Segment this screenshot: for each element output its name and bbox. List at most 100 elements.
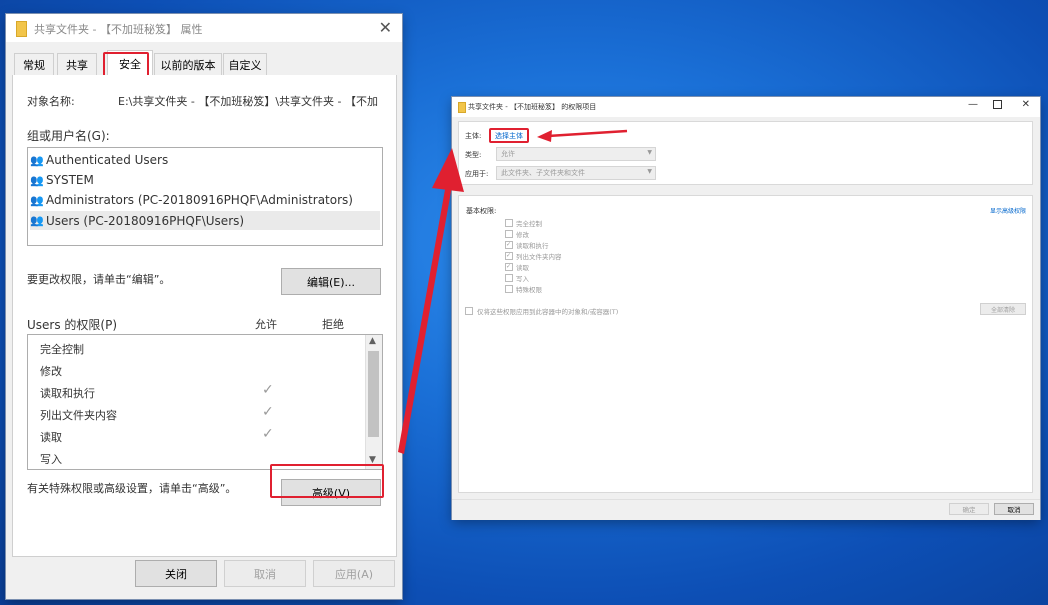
window-title: 共享文件夹 - 【不加班秘笈】 的权限项目	[468, 103, 597, 111]
permissions-label: Users 的权限(P)	[27, 318, 118, 332]
perm-label: 修改	[516, 231, 529, 239]
maximize-icon[interactable]	[993, 100, 1002, 109]
list-item[interactable]: 👥 Authenticated Users	[30, 151, 380, 169]
scroll-down-icon[interactable]: ▼	[369, 455, 376, 465]
close-icon[interactable]: ✕	[379, 18, 392, 37]
scroll-thumb[interactable]	[368, 351, 379, 437]
properties-titlebar[interactable]: 共享文件夹 - 【不加班秘笈】 属性 ✕	[6, 14, 402, 42]
perm-name: 读取和执行	[40, 387, 95, 400]
allow-header: 允许	[255, 318, 277, 331]
basic-permissions-label: 基本权限:	[466, 207, 497, 215]
allow-check-icon: ✓	[262, 404, 274, 420]
checkbox[interactable]	[505, 285, 513, 293]
object-name-value: E:\共享文件夹 - 【不加班秘笈】\共享文件夹 - 【不加	[118, 95, 378, 108]
checkbox[interactable]	[505, 219, 513, 227]
perm-row-modify: 修改	[40, 363, 360, 383]
perm-checkbox-row[interactable]: 修改	[505, 229, 529, 239]
chevron-down-icon: ▼	[647, 168, 652, 175]
perm-name: 读取	[40, 431, 62, 444]
ok-button[interactable]: 确定	[949, 503, 989, 515]
close-button[interactable]: 关闭	[135, 560, 217, 587]
permission-entry-window: 共享文件夹 - 【不加班秘笈】 的权限项目 — ✕ 主体: 选择主体 类型: 允…	[452, 97, 1040, 520]
users-listbox[interactable]: 👥 Authenticated Users 👥 SYSTEM 👥 Administra…	[27, 147, 383, 246]
tab-customize[interactable]: 自定义	[223, 53, 267, 75]
minimize-icon[interactable]: —	[968, 99, 978, 110]
tab-general-label: 常规	[23, 58, 45, 72]
perm-row-full-control: 完全控制	[40, 341, 360, 361]
advanced-hint: 有关特殊权限或高级设置，请单击“高级”。	[27, 482, 237, 495]
clear-all-label: 全部清除	[990, 306, 1015, 314]
tab-security[interactable]: 安全	[107, 50, 153, 76]
checkbox-checked-icon[interactable]: ✓	[505, 252, 513, 260]
list-item[interactable]: 👥 Users (PC-20180916PHQF\Users)	[30, 211, 380, 230]
perm-checkbox-row[interactable]: 写入	[505, 273, 529, 283]
close-icon[interactable]: ✕	[1022, 99, 1030, 110]
permissions-list[interactable]: 完全控制 修改 读取和执行 ✓ 列出文件夹内容 ✓ 读取 ✓ 写入 ▲ ▼	[27, 334, 383, 470]
perm-name: 列出文件夹内容	[40, 409, 117, 422]
user-name: Users (PC-20180916PHQF\Users)	[46, 213, 245, 228]
edit-hint: 要更改权限，请单击“编辑”。	[27, 273, 171, 286]
perm-row-read: 读取 ✓	[40, 426, 360, 449]
vertical-scrollbar[interactable]: ▲ ▼	[365, 335, 382, 469]
permission-entry-titlebar[interactable]: 共享文件夹 - 【不加班秘笈】 的权限项目 — ✕	[452, 97, 1040, 117]
apply-button[interactable]: 应用(A)	[313, 560, 395, 587]
perm-name: 完全控制	[40, 343, 84, 356]
checkbox[interactable]	[505, 230, 513, 238]
only-apply-checkbox-row[interactable]: 仅将这些权限应用到此容器中的对象和/或容器(T)	[465, 306, 618, 316]
groups-label: 组或用户名(G):	[27, 129, 110, 143]
perm-checkbox-row[interactable]: ✓ 读取	[505, 262, 529, 272]
object-name-label: 对象名称:	[27, 95, 75, 108]
tab-previous-versions-label: 以前的版本	[160, 58, 216, 72]
close-button-label: 关闭	[165, 567, 187, 581]
show-advanced-link[interactable]: 显示高级权限	[990, 206, 1026, 215]
checkbox-checked-icon[interactable]: ✓	[505, 263, 513, 271]
checkbox[interactable]	[465, 307, 473, 315]
user-name: Authenticated Users	[46, 153, 169, 167]
perm-checkbox-row[interactable]: 特殊权限	[505, 284, 542, 294]
perm-checkbox-row[interactable]: ✓ 列出文件夹内容	[505, 251, 562, 261]
folder-icon	[16, 21, 27, 37]
checkbox-checked-icon[interactable]: ✓	[505, 241, 513, 249]
perm-label: 读取和执行	[516, 242, 549, 250]
type-value: 允许	[501, 150, 515, 158]
tab-strip: 常规 共享 安全 以前的版本 自定义	[12, 50, 396, 76]
edit-button[interactable]: 编辑(E)...	[281, 268, 381, 295]
perm-row-list-folder: 列出文件夹内容 ✓	[40, 404, 360, 427]
allow-check-icon: ✓	[262, 382, 274, 398]
perm-label: 读取	[516, 264, 529, 272]
perm-row-read-execute: 读取和执行 ✓	[40, 382, 360, 405]
cancel-button[interactable]: 取消	[224, 560, 306, 587]
apply-button-label: 应用(A)	[334, 567, 374, 581]
user-name: Administrators (PC-20180916PHQF\Administ…	[46, 193, 353, 207]
user-name: SYSTEM	[46, 173, 94, 187]
perm-label: 特殊权限	[516, 286, 542, 294]
principal-section: 主体: 选择主体 类型: 允许 ▼ 应用于: 此文件夹、子文件夹和文件 ▼	[458, 121, 1033, 185]
list-item[interactable]: 👥 Administrators (PC-20180916PHQF\Adminis…	[30, 191, 380, 209]
properties-window: 共享文件夹 - 【不加班秘笈】 属性 ✕ 常规 共享 安全 以前的版本 自定义 …	[6, 14, 402, 599]
cancel-button[interactable]: 取消	[994, 503, 1034, 515]
advanced-button[interactable]: 高级(V)	[281, 479, 381, 506]
type-label: 类型:	[465, 151, 482, 159]
scroll-up-icon[interactable]: ▲	[369, 336, 376, 346]
chevron-down-icon: ▼	[647, 149, 652, 156]
perm-checkbox-row[interactable]: 完全控制	[505, 218, 542, 228]
footer-bar: 确定 取消	[452, 499, 1040, 520]
tab-sharing[interactable]: 共享	[57, 53, 97, 75]
users-group-icon: 👥	[30, 173, 44, 187]
folder-icon	[458, 102, 466, 113]
only-apply-label: 仅将这些权限应用到此容器中的对象和/或容器(T)	[477, 308, 619, 316]
applies-to-select[interactable]: 此文件夹、子文件夹和文件 ▼	[496, 166, 656, 180]
perm-label: 完全控制	[516, 220, 542, 228]
clear-all-button[interactable]: 全部清除	[980, 303, 1026, 315]
users-group-icon: 👥	[30, 214, 44, 227]
list-item[interactable]: 👥 SYSTEM	[30, 171, 380, 189]
checkbox[interactable]	[505, 274, 513, 282]
tab-security-label: 安全	[119, 57, 141, 71]
tab-previous-versions[interactable]: 以前的版本	[154, 53, 222, 75]
tab-customize-label: 自定义	[228, 58, 262, 72]
perm-checkbox-row[interactable]: ✓ 读取和执行	[505, 240, 549, 250]
type-select[interactable]: 允许 ▼	[496, 147, 656, 161]
select-principal-link[interactable]: 选择主体	[495, 131, 523, 141]
tab-general[interactable]: 常规	[14, 53, 54, 75]
cancel-button-label: 取消	[1007, 506, 1021, 514]
